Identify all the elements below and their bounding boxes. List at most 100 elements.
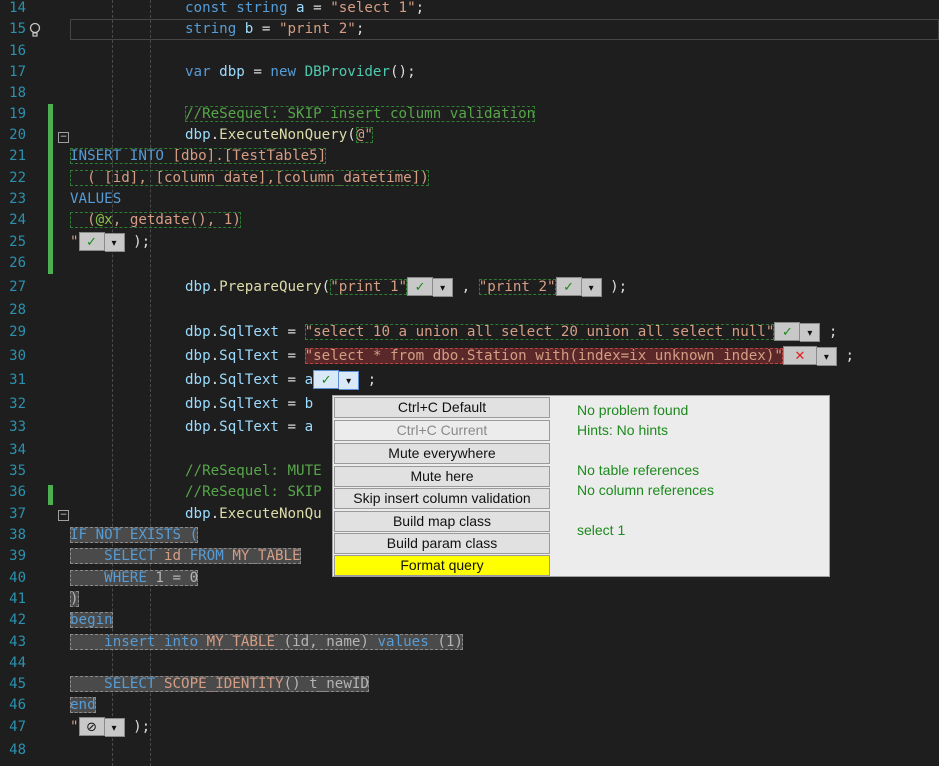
lightbulb-icon[interactable] xyxy=(28,22,42,38)
sql-function: SCOPE_IDENTITY xyxy=(163,676,284,692)
popup-table-refs: No table references xyxy=(577,462,700,478)
sql-text: (), xyxy=(189,212,224,228)
code-editor[interactable]: − − 14 15 16 17 18 19 20 21 22 23 24 25 26 27 28 29 30 31… xyxy=(0,0,939,766)
string-literal-error: "select * from dbo.Station with(index=ix… xyxy=(304,348,783,364)
chevron-down-icon[interactable]: ▾ xyxy=(800,322,821,342)
code-line-45: SELECT SCOPE_IDENTITY() t_newID xyxy=(70,674,939,695)
code-line-19: //ReSequel: SKIP insert column validatio… xyxy=(70,104,939,125)
sql-keyword: INSERT INTO xyxy=(70,148,173,164)
punct: . xyxy=(210,127,220,143)
sql-identifier: [column_datetime] xyxy=(275,170,421,186)
string-literal: " xyxy=(70,234,79,250)
popup-menu-item: Ctrl+C Current xyxy=(334,420,550,441)
identifier: dbp xyxy=(185,506,211,522)
check-icon[interactable]: ✓ xyxy=(774,321,801,341)
code-line-30: dbp.SqlText = "select * from dbo.Station… xyxy=(70,345,939,367)
chevron-down-icon[interactable]: ▾ xyxy=(339,370,360,390)
identifier: dbp xyxy=(185,348,211,364)
type-name: DBProvider xyxy=(304,64,391,80)
identifier: dbp xyxy=(185,127,211,143)
query-status-widget[interactable]: ✓ ▾ xyxy=(407,276,454,297)
punct: ; xyxy=(820,324,838,340)
keyword: const xyxy=(185,0,237,16)
punct: ; xyxy=(355,21,365,37)
popup-menu-item[interactable]: Skip insert column validation xyxy=(334,488,550,509)
code-line-23: VALUES xyxy=(70,189,939,210)
code-line-17: var dbp = new DBProvider(); xyxy=(70,62,939,83)
sql-identifier: [column_date] xyxy=(155,170,267,186)
sql-text: ) xyxy=(420,170,429,186)
popup-menu-item[interactable]: Mute everywhere xyxy=(334,443,550,464)
chevron-down-icon[interactable]: ▾ xyxy=(104,717,125,737)
line-number: 14 xyxy=(9,0,26,16)
check-icon[interactable]: ✓ xyxy=(313,369,340,389)
line-number: 34 xyxy=(9,442,26,458)
code-line-25: " ✓ ▾ ); xyxy=(70,231,939,253)
code-line-21: INSERT INTO [dbo].[TestTable5] xyxy=(70,146,939,167)
chevron-down-icon[interactable]: ▾ xyxy=(104,232,125,252)
punct: ( xyxy=(321,279,331,295)
line-number: 35 xyxy=(9,463,26,479)
popup-menu-item[interactable]: Mute here xyxy=(334,466,550,487)
sql-function: getdate xyxy=(129,212,190,228)
method-name: PrepareQuery xyxy=(219,279,322,295)
line-number: 43 xyxy=(9,634,26,650)
check-icon[interactable]: ✓ xyxy=(407,276,434,296)
sql-keyword: FROM xyxy=(189,548,233,564)
line-number: 17 xyxy=(9,64,26,80)
line-number: 20 xyxy=(9,127,26,143)
popup-menu-item[interactable]: Build map class xyxy=(334,511,550,532)
punct: . xyxy=(210,348,220,364)
identifier: dbp xyxy=(185,324,211,340)
line-number: 19 xyxy=(9,106,26,122)
sql-keyword: end xyxy=(70,697,96,713)
punct: . xyxy=(210,506,220,522)
collapse-toggle[interactable]: − xyxy=(58,132,69,143)
sql-keyword: VALUES xyxy=(70,191,122,207)
sql-identifier: MY_TABLE xyxy=(232,548,301,564)
line-number: 21 xyxy=(9,148,26,164)
mute-icon[interactable]: ⊘ xyxy=(78,716,105,736)
popup-status: No problem found xyxy=(577,402,689,418)
sql-keyword: SELECT xyxy=(70,548,164,564)
change-bar xyxy=(48,485,53,505)
sql-text: (id, name) xyxy=(283,634,378,650)
punct: ; xyxy=(836,348,855,364)
sql-text: , xyxy=(138,170,156,186)
chevron-down-icon[interactable]: ▾ xyxy=(581,277,602,297)
operator: = xyxy=(278,419,305,435)
line-number: 48 xyxy=(9,742,26,758)
query-status-widget-active[interactable]: ✓ ▾ xyxy=(313,369,360,390)
popup-menu-item[interactable]: Build param class xyxy=(334,533,550,554)
sql-keyword: IF NOT EXISTS ( xyxy=(70,527,199,543)
sql-text: ( xyxy=(70,170,105,186)
method-name: ExecuteNonQuery xyxy=(219,127,348,143)
sql-identifier: id xyxy=(163,548,190,564)
line-number: 45 xyxy=(9,676,26,692)
popup-menu-item[interactable]: Ctrl+C Default xyxy=(334,397,550,418)
code-line-24: (@x, getdate(), 1) xyxy=(70,210,939,231)
popup-menu-item[interactable]: Format query xyxy=(334,555,550,576)
chevron-down-icon[interactable]: ▾ xyxy=(816,346,837,366)
identifier: dbp xyxy=(219,64,245,80)
error-icon[interactable]: ✕ xyxy=(782,345,817,365)
query-status-widget[interactable]: ✓ ▾ xyxy=(78,231,125,252)
identifier: dbp xyxy=(185,279,211,295)
operator: = xyxy=(244,64,271,80)
string-literal: @" xyxy=(355,127,373,143)
sql-identifier: [dbo].[TestTable5] xyxy=(172,148,327,164)
sql-keyword: begin xyxy=(70,612,113,628)
keyword: string xyxy=(185,21,245,37)
comment: //ReSequel: SKIP xyxy=(185,484,322,500)
property-name: SqlText xyxy=(219,372,279,388)
check-icon[interactable]: ✓ xyxy=(555,276,582,296)
chevron-down-icon[interactable]: ▾ xyxy=(433,277,454,297)
sql-text: ) xyxy=(232,212,241,228)
query-status-widget[interactable]: ✕ ▾ xyxy=(782,345,837,366)
query-status-widget[interactable]: ⊘ ▾ xyxy=(78,716,125,737)
query-status-widget[interactable]: ✓ ▾ xyxy=(555,276,602,297)
check-icon[interactable]: ✓ xyxy=(78,231,105,251)
query-status-widget[interactable]: ✓ ▾ xyxy=(774,321,821,342)
collapse-toggle[interactable]: − xyxy=(58,510,69,521)
line-number: 47 xyxy=(9,719,26,735)
